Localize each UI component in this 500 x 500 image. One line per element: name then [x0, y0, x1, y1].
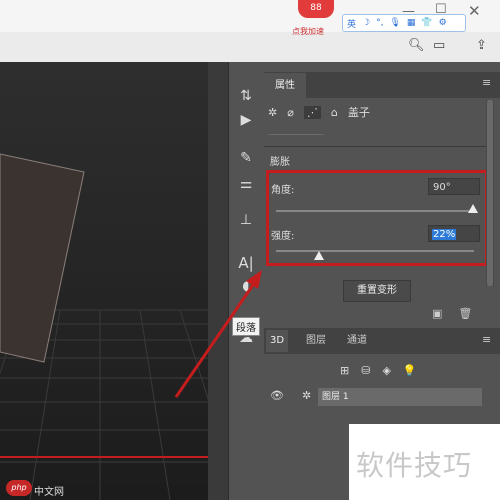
php-logo: php — [6, 480, 32, 496]
watermark-text: 软件技巧 — [356, 449, 473, 482]
php-site-label: 中文网 — [34, 487, 64, 498]
